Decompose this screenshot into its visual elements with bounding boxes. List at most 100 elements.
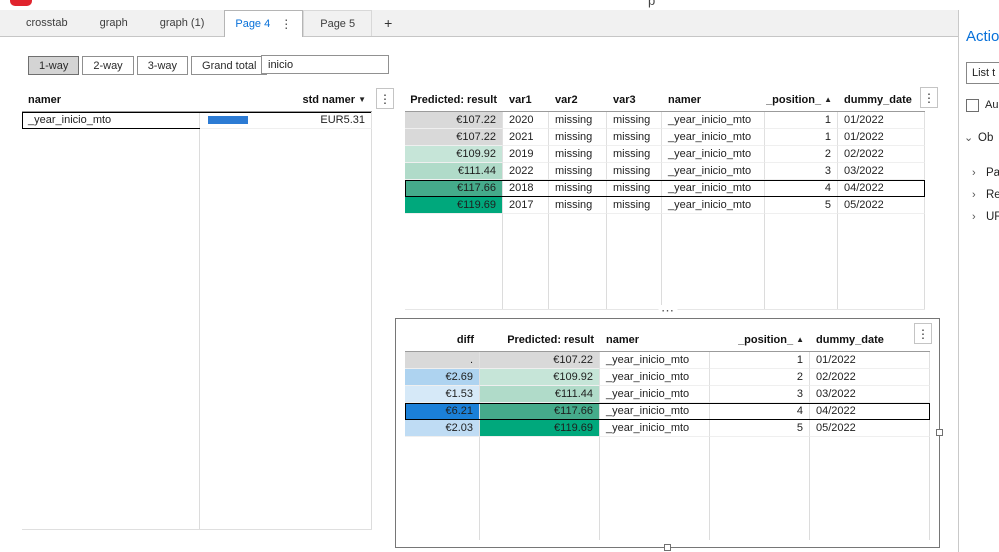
cell-dummy-date[interactable]: 03/2022 <box>810 386 930 403</box>
cell-position[interactable]: 1 <box>765 129 838 146</box>
list-table-bottom[interactable]: diff Predicted: result namer _position_ … <box>405 328 930 540</box>
cell-var2[interactable]: missing <box>549 112 607 129</box>
cell-position[interactable]: 2 <box>710 369 810 386</box>
cell-dummy-date[interactable]: 02/2022 <box>838 146 925 163</box>
cell-namer[interactable]: _year_inicio_mto <box>662 112 765 129</box>
cell-var3[interactable]: missing <box>607 129 662 146</box>
cell-dummy-date[interactable]: 01/2022 <box>838 129 925 146</box>
column-header-var3[interactable]: var3 <box>607 88 662 111</box>
cell-var3[interactable]: missing <box>607 163 662 180</box>
cell-var1[interactable]: 2017 <box>503 197 549 214</box>
cell-dummy-date[interactable]: 04/2022 <box>810 403 930 420</box>
text-input-inicio[interactable] <box>261 55 389 74</box>
cell-position[interactable]: 2 <box>765 146 838 163</box>
cell-result[interactable]: €119.69 <box>480 420 600 437</box>
cell-position[interactable]: 4 <box>710 403 810 420</box>
cell-var3[interactable]: missing <box>607 146 662 163</box>
cell-result[interactable]: €111.44 <box>405 163 503 180</box>
table-row[interactable]: €107.22 2020 missing missing _year_inici… <box>405 112 925 129</box>
cell-var1[interactable]: 2019 <box>503 146 549 163</box>
resize-handle-bottom[interactable] <box>663 544 671 551</box>
tab-graph-1[interactable]: graph (1) <box>146 10 219 36</box>
list-table-bottom-selected-object[interactable]: ⋯ ⋮ diff Predicted: result namer _positi… <box>395 304 943 551</box>
column-header-dummy-date[interactable]: dummy_date <box>810 328 930 351</box>
column-header-var2[interactable]: var2 <box>549 88 607 111</box>
table-row[interactable]: . €107.22 _year_inicio_mto 1 01/2022 <box>405 352 930 369</box>
cell-result[interactable]: €117.66 <box>480 403 600 420</box>
cell-namer[interactable]: _year_inicio_mto <box>600 403 710 420</box>
column-header-position[interactable]: _position_ ▲ <box>765 88 838 111</box>
crosstab-table[interactable]: namer std namer ▼ _year_inicio_mto EUR5.… <box>22 88 372 530</box>
cell-namer[interactable]: _year_inicio_mto <box>600 386 710 403</box>
cell-dummy-date[interactable]: 05/2022 <box>810 420 930 437</box>
tab-page-4[interactable]: Page 4 ⋮ <box>224 10 304 37</box>
cell-result[interactable]: €111.44 <box>480 386 600 403</box>
cell-var3[interactable]: missing <box>607 197 662 214</box>
move-handle-icon[interactable]: ⋯ <box>658 304 677 317</box>
cell-diff[interactable]: €6.21 <box>405 403 480 420</box>
button-grand-total[interactable]: Grand total <box>191 56 268 75</box>
list-table-bottom-menu-button[interactable]: ⋮ <box>914 323 932 344</box>
cell-dummy-date[interactable]: 02/2022 <box>810 369 930 386</box>
cell-diff[interactable]: . <box>405 352 480 369</box>
cell-position[interactable]: 3 <box>710 386 810 403</box>
table-row[interactable]: €109.92 2019 missing missing _year_inici… <box>405 146 925 163</box>
cell-var1[interactable]: 2022 <box>503 163 549 180</box>
column-header-predicted-result[interactable]: Predicted: result <box>405 88 503 111</box>
cell-result[interactable]: €117.66 <box>405 180 503 197</box>
cell-namer[interactable]: _year_inicio_mto <box>662 180 765 197</box>
table-row[interactable]: €107.22 2021 missing missing _year_inici… <box>405 129 925 146</box>
cell-namer[interactable]: _year_inicio_mto <box>22 112 200 129</box>
list-table-top[interactable]: Predicted: result var1 var2 var3 namer _… <box>405 88 925 310</box>
cell-diff[interactable]: €2.69 <box>405 369 480 386</box>
cell-namer[interactable]: _year_inicio_mto <box>662 129 765 146</box>
table-row[interactable]: €119.69 2017 missing missing _year_inici… <box>405 197 925 214</box>
tab-menu-vertical-ellipsis-icon[interactable]: ⋮ <box>280 17 292 31</box>
cell-var2[interactable]: missing <box>549 180 607 197</box>
cell-position[interactable]: 5 <box>710 420 810 437</box>
cell-position[interactable]: 4 <box>765 180 838 197</box>
list-table-dropdown[interactable]: List t <box>966 62 999 84</box>
crosstab-table-menu-button[interactable]: ⋮ <box>376 88 394 109</box>
column-header-predicted-result[interactable]: Predicted: result <box>480 328 600 351</box>
list-table-top-menu-button[interactable]: ⋮ <box>920 87 938 108</box>
cell-diff[interactable]: €2.03 <box>405 420 480 437</box>
auto-checkbox[interactable] <box>966 99 979 112</box>
panel-section-report-links[interactable]: › Rep <box>972 189 999 201</box>
table-row[interactable]: €2.03 €119.69 _year_inicio_mto 5 05/2022 <box>405 420 930 437</box>
cell-namer[interactable]: _year_inicio_mto <box>600 352 710 369</box>
table-row[interactable]: €2.69 €109.92 _year_inicio_mto 2 02/2022 <box>405 369 930 386</box>
column-header-position[interactable]: _position_ ▲ <box>710 328 810 351</box>
table-row[interactable]: €111.44 2022 missing missing _year_inici… <box>405 163 925 180</box>
cell-dummy-date[interactable]: 05/2022 <box>838 197 925 214</box>
cell-position[interactable]: 5 <box>765 197 838 214</box>
cell-namer[interactable]: _year_inicio_mto <box>662 146 765 163</box>
cell-result[interactable]: €109.92 <box>405 146 503 163</box>
cell-var3[interactable]: missing <box>607 112 662 129</box>
cell-result[interactable]: €107.22 <box>405 129 503 146</box>
column-header-namer[interactable]: namer <box>662 88 765 111</box>
cell-dummy-date[interactable]: 01/2022 <box>838 112 925 129</box>
cell-diff[interactable]: €1.53 <box>405 386 480 403</box>
cell-namer[interactable]: _year_inicio_mto <box>662 163 765 180</box>
cell-var3[interactable]: missing <box>607 180 662 197</box>
cell-var2[interactable]: missing <box>549 163 607 180</box>
button-1-way[interactable]: 1-way <box>28 56 80 75</box>
crosstab-row-selected[interactable]: _year_inicio_mto EUR5.31 <box>22 112 372 129</box>
cell-var1[interactable]: 2018 <box>503 180 549 197</box>
panel-section-objects[interactable]: ⌄ Ob <box>964 131 993 145</box>
cell-position[interactable]: 3 <box>765 163 838 180</box>
resize-handle-right[interactable] <box>936 429 943 436</box>
cell-namer[interactable]: _year_inicio_mto <box>662 197 765 214</box>
cell-position[interactable]: 1 <box>765 112 838 129</box>
cell-result[interactable]: €107.22 <box>405 112 503 129</box>
tab-crosstab[interactable]: crosstab <box>12 10 82 36</box>
cell-std-namer[interactable]: EUR5.31 <box>200 112 372 129</box>
tab-graph[interactable]: graph <box>86 10 142 36</box>
cell-position[interactable]: 1 <box>710 352 810 369</box>
button-3-way[interactable]: 3-way <box>136 56 189 75</box>
column-header-namer[interactable]: namer <box>22 88 200 111</box>
table-row[interactable]: €1.53 €111.44 _year_inicio_mto 3 03/2022 <box>405 386 930 403</box>
column-header-dummy-date[interactable]: dummy_date <box>838 88 925 111</box>
cell-namer[interactable]: _year_inicio_mto <box>600 420 710 437</box>
